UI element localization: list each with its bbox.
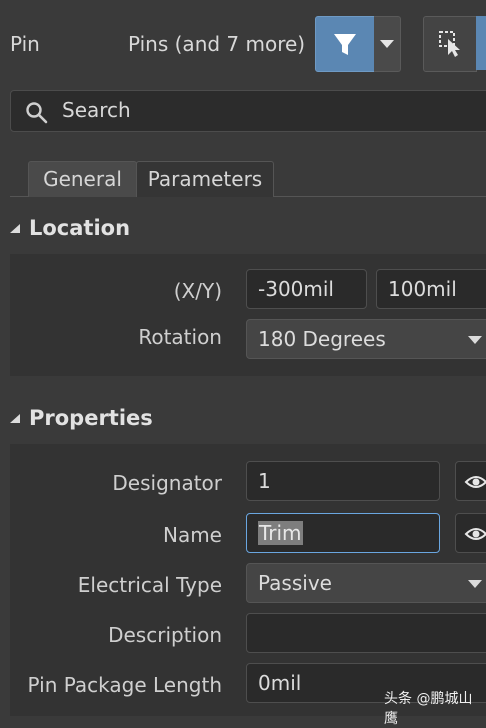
search-box[interactable]: Search: [10, 90, 486, 132]
search-input[interactable]: Search: [62, 98, 131, 122]
rotation-value: 180 Degrees: [258, 327, 386, 351]
designator-field[interactable]: 1: [246, 461, 440, 501]
pin-package-length-label: Pin Package Length: [27, 673, 222, 697]
rotation-dropdown[interactable]: 180 Degrees: [246, 319, 486, 359]
properties-title: Properties: [29, 406, 153, 430]
rotation-label: Rotation: [138, 325, 222, 349]
designator-visibility-button[interactable]: [455, 461, 486, 501]
tab-parameters[interactable]: Parameters: [136, 161, 274, 197]
collapse-triangle-icon: [10, 224, 20, 233]
filter-icon: [334, 34, 356, 55]
name-visibility-button[interactable]: [455, 513, 486, 553]
description-field[interactable]: [246, 613, 486, 653]
search-icon: [26, 102, 48, 124]
electrical-type-dropdown[interactable]: Passive: [246, 563, 486, 603]
watermark: 头条 @鹏城山鹰: [384, 691, 473, 727]
chevron-down-icon: [468, 336, 482, 344]
designator-label: Designator: [112, 471, 222, 495]
filter-dropdown-button[interactable]: [374, 16, 401, 72]
name-label: Name: [162, 523, 222, 547]
tab-general[interactable]: General: [28, 161, 137, 197]
electrical-type-label: Electrical Type: [77, 573, 222, 597]
chevron-down-icon: [380, 40, 394, 48]
name-field[interactable]: Trim: [246, 513, 440, 553]
electrical-type-value: Passive: [258, 571, 332, 595]
select-objects-button[interactable]: [423, 16, 477, 72]
chevron-down-icon: [468, 580, 482, 588]
eye-icon: [464, 528, 486, 540]
collapse-triangle-icon: [10, 414, 20, 423]
description-label: Description: [108, 623, 222, 647]
panel-toggle-button[interactable]: [476, 16, 486, 70]
properties-section-header[interactable]: Properties: [0, 404, 486, 434]
location-section-header[interactable]: Location: [0, 214, 486, 244]
filter-button[interactable]: [315, 16, 375, 72]
select-cursor-icon: [439, 31, 460, 57]
xy-label: (X/Y): [173, 279, 222, 303]
x-location-field[interactable]: -300mil: [246, 269, 367, 309]
y-location-field[interactable]: 100mil: [376, 269, 486, 309]
name-value: Trim: [258, 521, 303, 545]
selection-summary: Pins (and 7 more): [128, 32, 306, 56]
location-title: Location: [29, 216, 131, 240]
eye-icon: [464, 476, 486, 488]
panel-object-type: Pin: [10, 32, 40, 56]
